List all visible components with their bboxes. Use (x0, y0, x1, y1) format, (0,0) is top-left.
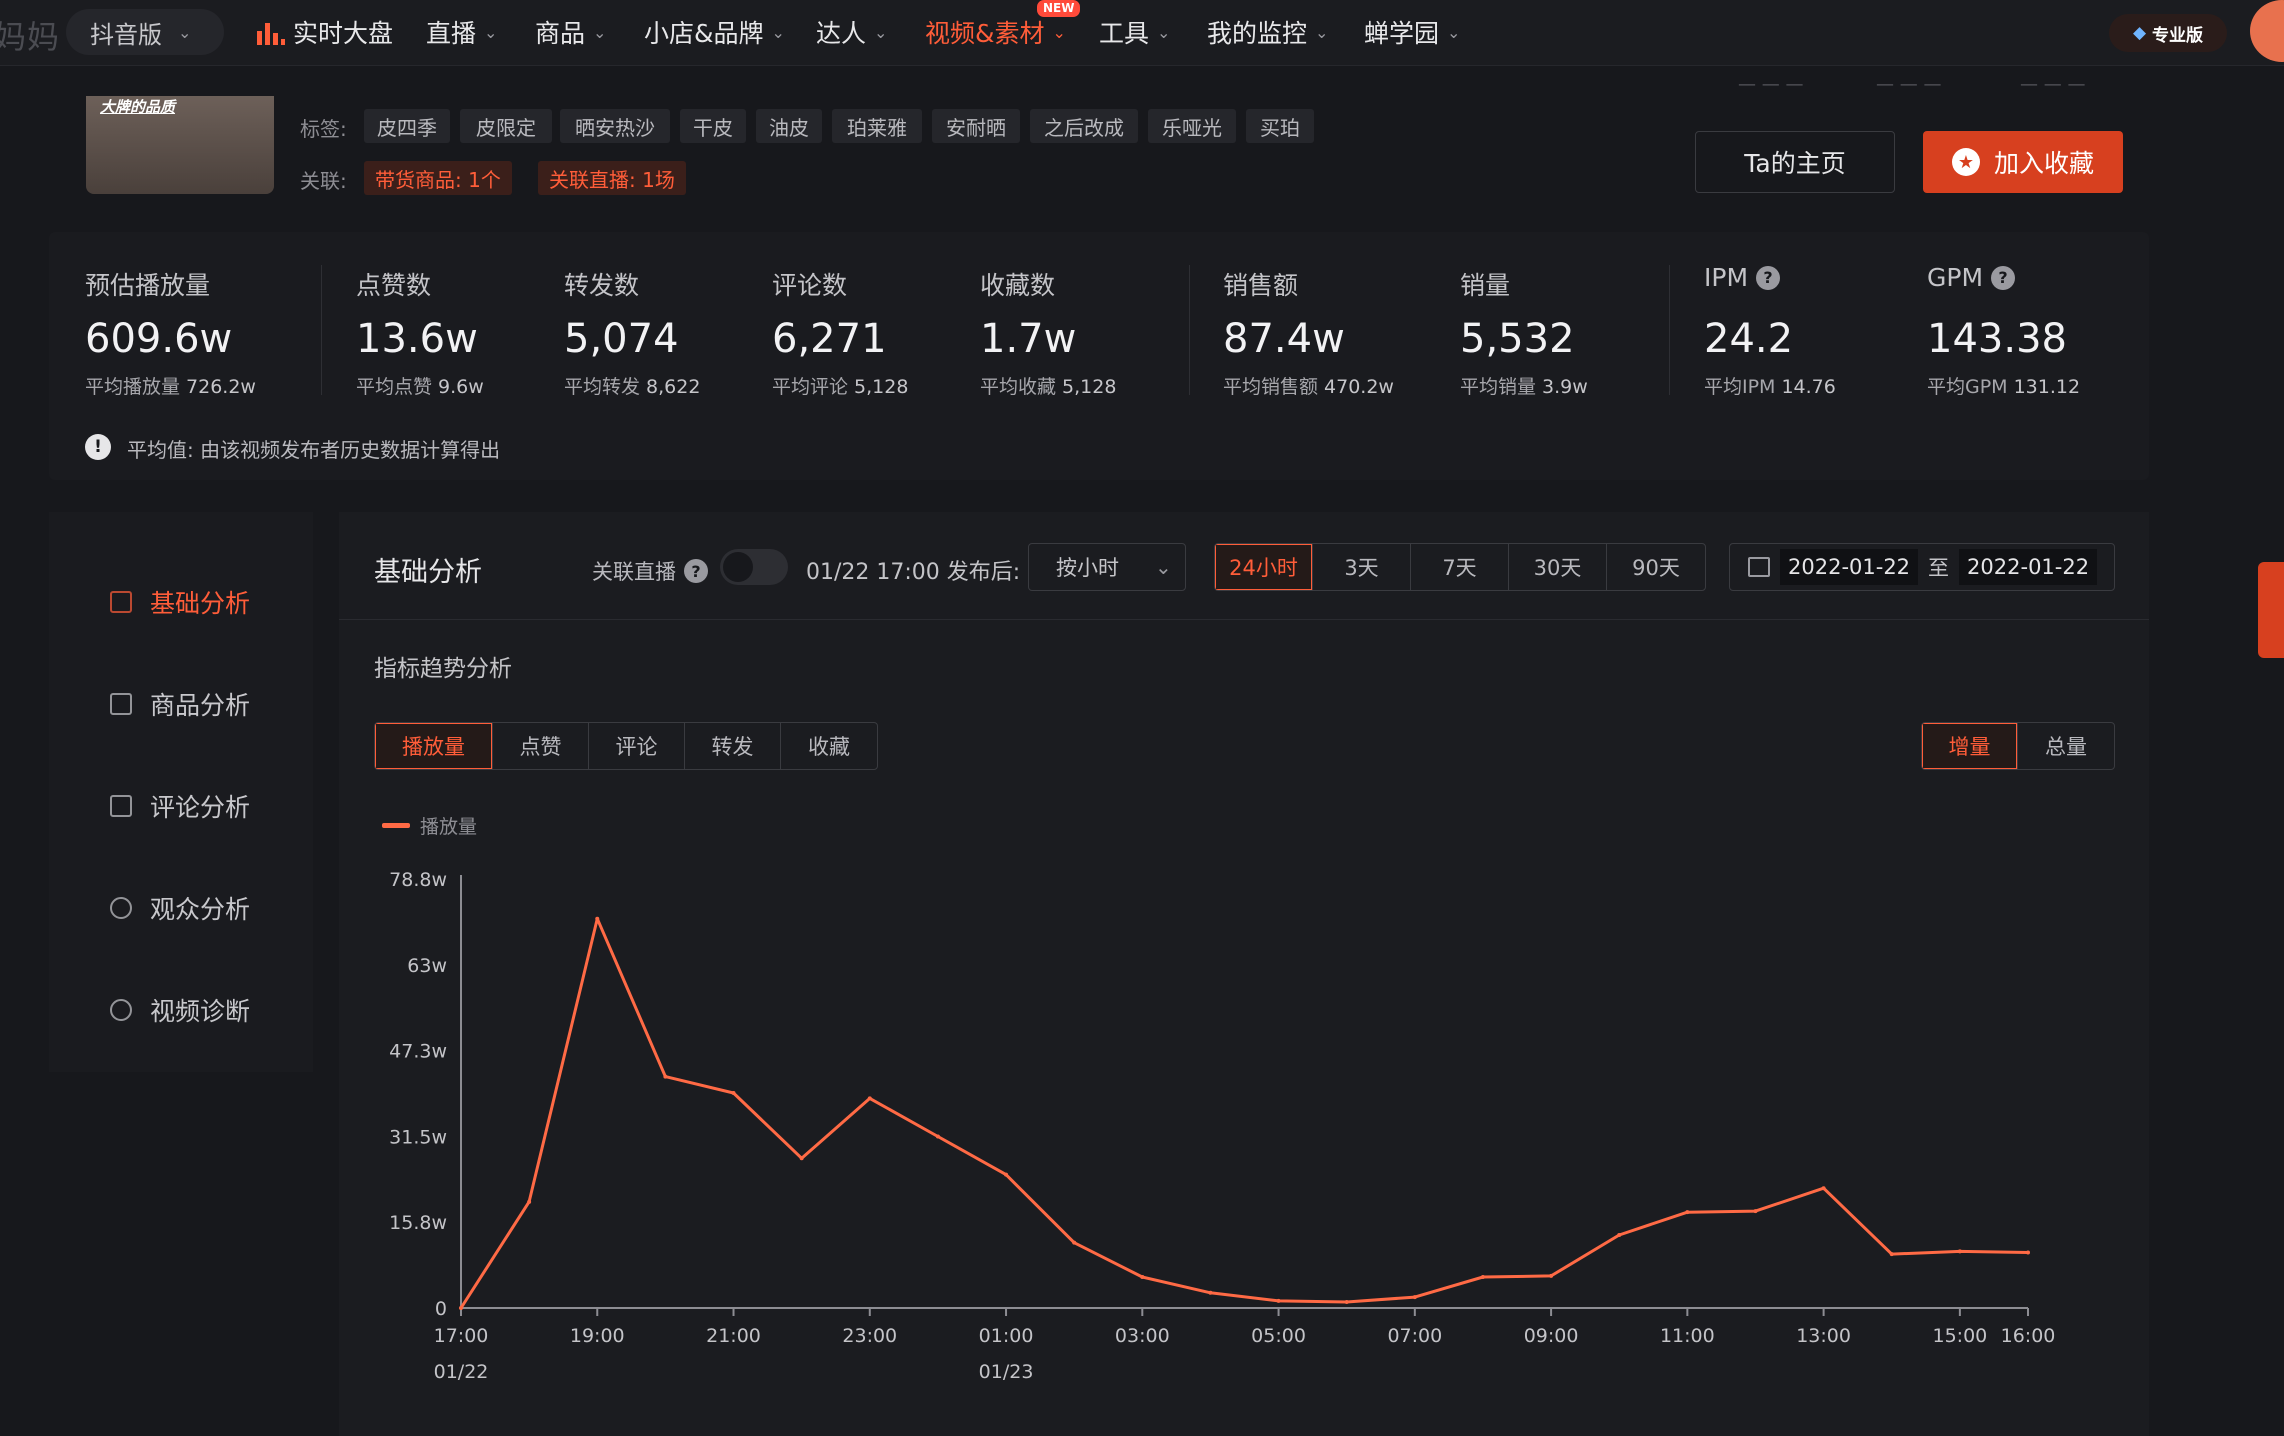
data-point (1480, 1274, 1485, 1279)
data-point (1140, 1274, 1145, 1279)
x-tick-label: 07:00 (1387, 1325, 1442, 1347)
x-tick-label: 23:00 (842, 1325, 897, 1347)
x-tick-label: 01:00 (979, 1325, 1034, 1347)
y-tick-label: 78.8w (389, 869, 447, 891)
x-tick-label: 21:00 (706, 1325, 761, 1347)
y-tick-label: 0 (435, 1298, 447, 1320)
series-line-views (459, 917, 2029, 1309)
data-point (1412, 1295, 1417, 1300)
y-tick-label: 63w (407, 955, 447, 977)
y-tick-label: 47.3w (389, 1040, 447, 1062)
data-point (1889, 1252, 1894, 1257)
data-point (527, 1199, 532, 1204)
data-point (867, 1096, 872, 1101)
data-point (1753, 1209, 1758, 1214)
x-tick-label: 13:00 (1796, 1325, 1851, 1347)
data-point (1685, 1210, 1690, 1215)
trend-line-chart: 0 15.8w 31.5w 47.3w 63w 78.8w 17:00 19:00 21:00 2… (389, 869, 2056, 1383)
data-point (595, 916, 600, 921)
data-point (1957, 1249, 1962, 1254)
data-point (1549, 1273, 1554, 1278)
data-point (1072, 1240, 1077, 1245)
data-point (731, 1090, 736, 1095)
data-point (663, 1074, 668, 1079)
data-point (1617, 1233, 1622, 1238)
x-tick-label: 05:00 (1251, 1325, 1306, 1347)
x-tick-label: 03:00 (1115, 1325, 1170, 1347)
y-tick-label: 15.8w (389, 1212, 447, 1234)
data-point (1276, 1298, 1281, 1303)
x-date-label: 01/23 (979, 1361, 1034, 1383)
data-point (1344, 1300, 1349, 1305)
x-tick-label: 11:00 (1660, 1325, 1715, 1347)
data-point (1004, 1172, 1009, 1177)
x-tick-label: 09:00 (1524, 1325, 1579, 1347)
x-tick-label: 17:00 (434, 1325, 489, 1347)
data-point (459, 1306, 463, 1310)
x-tick-label: 16:00 (2001, 1325, 2056, 1347)
data-point (1208, 1290, 1213, 1295)
y-tick-label: 31.5w (389, 1127, 447, 1149)
data-point (1821, 1186, 1826, 1191)
data-point (799, 1156, 804, 1161)
x-date-label: 01/22 (434, 1361, 489, 1383)
floating-side-tab[interactable] (2258, 562, 2284, 658)
data-point (935, 1134, 940, 1139)
x-tick-label: 19:00 (570, 1325, 625, 1347)
data-point (2026, 1250, 2030, 1255)
x-tick-label: 15:00 (1932, 1325, 1987, 1347)
